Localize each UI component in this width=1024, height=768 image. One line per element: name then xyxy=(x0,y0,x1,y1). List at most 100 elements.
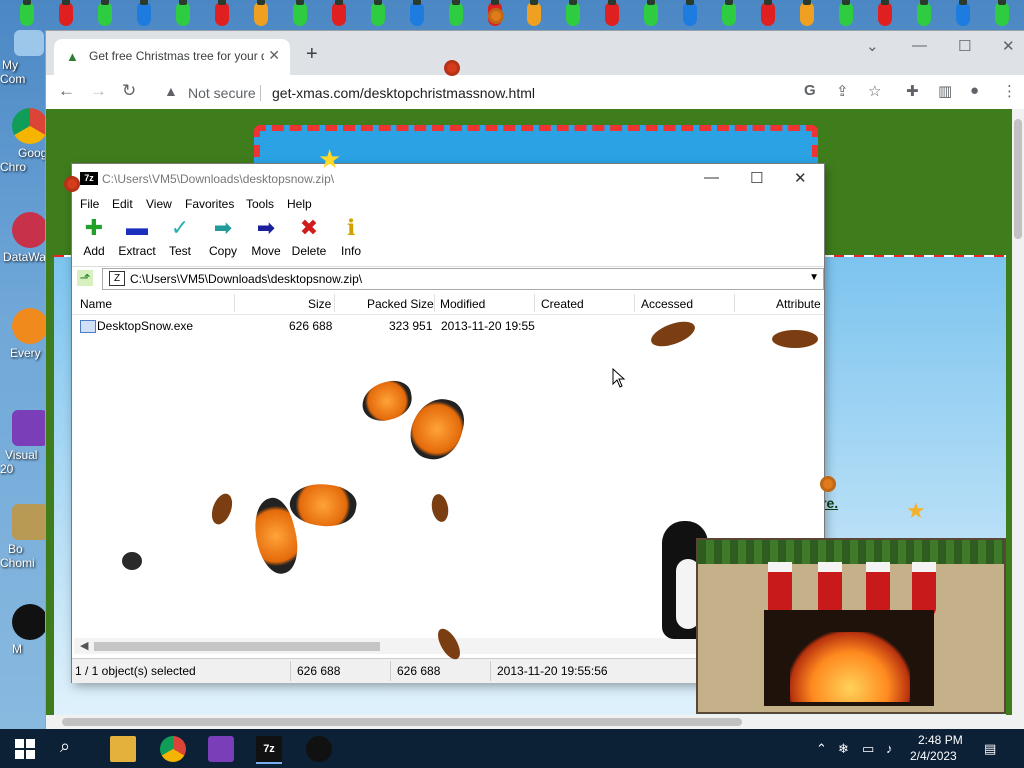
visual-studio-taskbar-icon[interactable] xyxy=(208,736,234,762)
bookmark-star-icon[interactable]: ☆ xyxy=(868,82,881,100)
sevenzip-titlebar[interactable]: 7z C:\Users\VM5\Downloads\desktopsnow.zi… xyxy=(72,164,824,194)
search-icon[interactable]: ⌕ xyxy=(60,736,86,762)
start-button[interactable] xyxy=(12,736,38,762)
column-divider[interactable] xyxy=(734,294,735,312)
extract-button[interactable]: ▬ Extract xyxy=(115,216,159,259)
profile-icon[interactable]: ● xyxy=(970,82,979,99)
status-size: 626 688 xyxy=(297,664,341,678)
menu-help[interactable]: Help xyxy=(287,197,312,211)
menu-edit[interactable]: Edit xyxy=(112,197,133,211)
chrome-icon xyxy=(12,108,48,144)
sevenzip-logo-icon: 7z xyxy=(80,172,98,185)
menu-view[interactable]: View xyxy=(146,197,172,211)
notifications-icon[interactable]: ▤ xyxy=(984,741,996,757)
light-bulb-icon xyxy=(878,0,892,26)
desktop-icon-chrome[interactable]: Goog Chro xyxy=(0,108,48,174)
browser-tab[interactable]: ▲ Get free Christmas tree for your deskt… xyxy=(54,39,290,75)
desktop-icon-everything[interactable]: Every xyxy=(0,308,48,360)
column-divider[interactable] xyxy=(634,294,635,312)
clock-date[interactable]: 2/4/2023 xyxy=(910,749,957,763)
desktop-icon-label: Visual 20 xyxy=(0,448,38,476)
close-button[interactable]: ✕ xyxy=(794,169,807,187)
chrome-taskbar-icon[interactable] xyxy=(160,736,186,762)
tab-close-icon[interactable]: ✕ xyxy=(268,47,280,64)
test-button[interactable]: ✓ Test xyxy=(158,216,202,259)
clock-time[interactable]: 2:48 PM xyxy=(918,733,963,747)
scroll-thumb[interactable] xyxy=(62,718,742,726)
menu-bar: File Edit View Favorites Tools Help xyxy=(72,194,824,216)
move-button[interactable]: ➡ Move xyxy=(244,216,288,259)
status-packed: 626 688 xyxy=(397,664,441,678)
menu-file[interactable]: File xyxy=(80,197,99,211)
share-icon[interactable]: ⇪ xyxy=(836,82,849,100)
desktop-icon-label: DataWa xyxy=(3,250,46,264)
maximize-button[interactable]: ☐ xyxy=(750,169,763,187)
column-divider[interactable] xyxy=(534,294,535,312)
desktop-icon-label: M xyxy=(12,642,22,656)
column-packed-size[interactable]: Packed Size xyxy=(367,297,434,311)
file-packed-size: 323 951 xyxy=(389,319,433,333)
side-panel-icon[interactable]: ▥ xyxy=(938,82,952,100)
column-attributes[interactable]: Attribute xyxy=(776,297,821,311)
menu-tools[interactable]: Tools xyxy=(246,197,274,211)
menu-favorites[interactable]: Favorites xyxy=(185,197,234,211)
penguin-taskbar-icon[interactable] xyxy=(306,736,332,762)
minimize-button[interactable]: — xyxy=(912,37,927,54)
add-button[interactable]: ✚ Add xyxy=(72,216,116,259)
scroll-thumb[interactable] xyxy=(94,642,380,651)
page-vertical-scrollbar[interactable] xyxy=(1012,109,1024,715)
tray-chevron-up-icon[interactable]: ⌃ xyxy=(816,741,827,757)
column-divider[interactable] xyxy=(434,294,435,312)
table-row[interactable]: DesktopSnow.exe 626 688 323 951 2013-11-… xyxy=(72,317,824,335)
light-bulb-icon xyxy=(59,0,73,26)
info-button[interactable]: ℹ Info xyxy=(329,216,373,259)
column-created[interactable]: Created xyxy=(541,297,584,311)
google-icon[interactable]: G xyxy=(804,82,816,99)
file-explorer-icon[interactable] xyxy=(110,736,136,762)
delete-button[interactable]: ✖ Delete xyxy=(287,216,331,259)
reload-button[interactable]: ↻ xyxy=(122,81,136,101)
snowflake-icon[interactable]: ❄ xyxy=(838,741,849,757)
desktop-icon-visual-studio[interactable]: Visual 20 xyxy=(0,410,48,476)
desktop-icon-my-computer[interactable]: My Com xyxy=(0,30,46,86)
zip-icon: Z xyxy=(109,271,125,286)
desktop-icon-datawatch[interactable]: DataWa xyxy=(0,212,48,264)
desktop-icon-penguin[interactable]: M xyxy=(0,604,48,656)
folder-up-icon[interactable]: ⬏ xyxy=(77,270,93,286)
scroll-thumb[interactable] xyxy=(1014,119,1022,239)
computer-icon xyxy=(14,30,44,56)
light-bulb-icon xyxy=(917,0,931,26)
column-divider[interactable] xyxy=(234,294,235,312)
volume-icon[interactable]: ♪ xyxy=(886,741,893,756)
tab-search-icon[interactable]: ⌄ xyxy=(866,37,879,55)
sevenzip-taskbar-icon[interactable]: 7z xyxy=(256,736,282,764)
chevron-down-icon[interactable]: ▼ xyxy=(809,272,819,283)
minimize-button[interactable]: — xyxy=(704,169,719,186)
network-icon[interactable]: ▭ xyxy=(862,741,874,757)
address-combo[interactable]: Z C:\Users\VM5\Downloads\desktopsnow.zip… xyxy=(102,268,824,290)
new-tab-button[interactable]: + xyxy=(306,43,318,66)
column-divider[interactable] xyxy=(334,294,335,312)
copy-button[interactable]: ➡ Copy xyxy=(201,216,245,259)
column-size[interactable]: Size xyxy=(308,297,331,311)
ladybug-icon xyxy=(488,8,504,24)
scroll-left-icon[interactable]: ◀ xyxy=(80,639,88,652)
light-bulb-icon xyxy=(449,0,463,26)
maximize-button[interactable]: ☐ xyxy=(958,37,971,55)
taskbar: ⌕ 7z ⌃ ❄ ▭ ♪ 2:48 PM 2/4/2023 ▤ xyxy=(0,729,1024,768)
column-accessed[interactable]: Accessed xyxy=(641,297,693,311)
extensions-icon[interactable]: ✚ xyxy=(906,82,919,100)
light-bulb-icon xyxy=(371,0,385,26)
desktop-icon-dog[interactable]: Bo Chomi xyxy=(0,504,48,570)
close-button[interactable]: ✕ xyxy=(1002,37,1015,55)
visual-studio-icon xyxy=(12,410,48,446)
page-horizontal-scrollbar[interactable] xyxy=(46,715,1024,729)
column-modified[interactable]: Modified xyxy=(440,297,485,311)
copy-label: Copy xyxy=(208,244,237,258)
menu-icon[interactable]: ⋮ xyxy=(1002,82,1017,100)
window-title: C:\Users\VM5\Downloads\desktopsnow.zip\ xyxy=(102,172,335,186)
file-name: DesktopSnow.exe xyxy=(97,319,194,333)
column-name[interactable]: Name xyxy=(80,297,112,311)
back-button[interactable]: ← xyxy=(58,81,75,101)
forward-button[interactable]: → xyxy=(90,81,107,101)
